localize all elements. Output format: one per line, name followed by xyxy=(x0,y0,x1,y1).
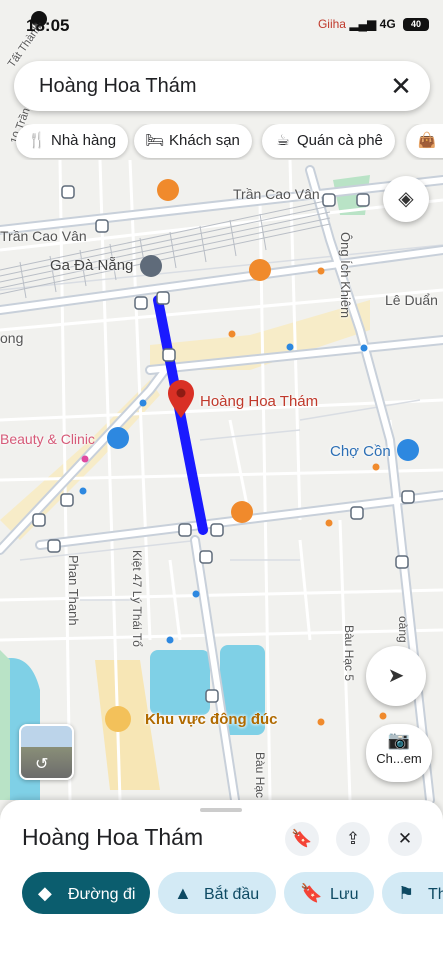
fork-knife-icon: 🍴 xyxy=(27,132,47,149)
status-carrier: Giiha xyxy=(317,17,346,31)
map-label-bau-hac: Bàu Hạc xyxy=(253,752,267,799)
navigation-arrow-icon: ➤ xyxy=(387,665,405,687)
chip-hotels[interactable]: 🛏 Khách sạn xyxy=(134,124,252,158)
chip-coffee[interactable]: ☕ Quán cà phê xyxy=(262,124,395,158)
map-label-le-duan: Lê Duẩn xyxy=(385,292,438,308)
chip-label: Khách sạn xyxy=(169,132,240,149)
sheet-drag-handle[interactable] xyxy=(200,808,242,812)
map-label-tran-cao-van: Trần Cao Vân xyxy=(233,186,320,202)
share-button[interactable]: ⇪ xyxy=(336,822,370,856)
chip-label: Quán cà phê xyxy=(297,132,383,149)
map-label-phan-thanh: Phan Thanh xyxy=(66,555,81,626)
bed-icon: 🛏 xyxy=(145,132,165,149)
map-label-hoang-hoa-tham[interactable]: Hoàng Hoa Thám xyxy=(200,393,318,410)
map-label-oang: oàng xyxy=(396,616,410,643)
start-button[interactable]: ▲ Bắt đầu xyxy=(158,872,276,914)
more-action-label: Th xyxy=(428,886,443,903)
more-action-button[interactable]: ⚑ Th xyxy=(382,872,443,914)
start-label: Bắt đầu xyxy=(204,886,260,903)
map-label-busy-area[interactable]: Khu vực đông đúc xyxy=(145,711,278,728)
camera-search-button[interactable]: 📷 Ch...em xyxy=(366,724,432,782)
coffee-icon: ☕ xyxy=(276,132,290,149)
save-bookmark-button[interactable]: 🔖 xyxy=(285,822,319,856)
close-sheet-button[interactable]: ✕ xyxy=(388,822,422,856)
flag-icon: ⚑ xyxy=(398,883,415,903)
share-icon: ⇪ xyxy=(345,829,361,848)
map-label-beauty-clinic[interactable]: Beauty & Clinic xyxy=(0,431,95,447)
chip-label: Nhà hàng xyxy=(51,132,117,149)
map-label-cho-con[interactable]: Chợ Cồn xyxy=(330,443,391,460)
directions-icon: ◆ xyxy=(38,883,52,903)
start-arrow-icon: ▲ xyxy=(174,883,192,903)
status-network: 4G xyxy=(379,17,396,31)
close-icon: ✕ xyxy=(397,829,413,848)
save-button[interactable]: 🔖 Lưu xyxy=(284,872,374,914)
bookmark-icon: 🔖 xyxy=(300,883,323,903)
save-label: Lưu xyxy=(330,886,359,903)
map-label-tran-cao-van-west: Trần Cao Vân xyxy=(0,228,87,244)
place-title: Hoàng Hoa Thám xyxy=(22,824,204,850)
action-buttons: ◆ Đường đi ▲ Bắt đầu 🔖 Lưu ⚑ Th xyxy=(0,872,443,916)
category-chips: 🍴 Nhà hàng 🛏 Khách sạn ☕ Quán cà phê 👜 xyxy=(0,124,443,160)
rotate-arrow-icon: ↺ xyxy=(35,756,49,773)
search-bar[interactable]: Hoàng Hoa Thám ✕ xyxy=(14,61,430,111)
bag-icon: 👜 xyxy=(417,132,437,149)
camera-search-label: Ch...em xyxy=(376,751,422,766)
street-view-thumbnail[interactable]: ↺ xyxy=(19,724,74,780)
status-time: 18:05 xyxy=(26,16,70,35)
battery-icon: 40 xyxy=(403,18,429,32)
status-indicators: Giiha ▂▄▆ 4G 40 xyxy=(317,17,429,32)
layers-button[interactable]: ◈ xyxy=(383,176,429,222)
place-sheet[interactable]: Hoàng Hoa Thám 🔖 ⇪ ✕ ◆ Đường đi ▲ Bắt đầu … xyxy=(0,800,443,960)
bookmark-icon: 🔖 xyxy=(291,829,313,848)
status-bar: 18:05 Giiha ▂▄▆ 4G 40 xyxy=(0,0,443,46)
close-icon[interactable]: ✕ xyxy=(384,69,418,103)
directions-label: Đường đi xyxy=(68,886,136,903)
battery-level: 40 xyxy=(410,19,421,30)
camera-icon: 📷 xyxy=(387,730,411,750)
map-label-kiet-47: Kiệt 47 Lý Thái Tổ xyxy=(130,550,144,647)
map-label-ga-da-nang[interactable]: Ga Đà Nẵng xyxy=(50,257,133,274)
signal-icon: ▂▄▆ xyxy=(349,17,377,31)
map-label-bau-hac-5: Bàu Hạc 5 xyxy=(342,625,356,682)
chip-restaurants[interactable]: 🍴 Nhà hàng xyxy=(16,124,129,158)
map-label-ong-ich-khiem: Ông Ích Khiêm xyxy=(338,232,353,318)
chip-shopping[interactable]: 👜 xyxy=(406,124,443,158)
map-label-ong-fragment: ong xyxy=(0,330,24,346)
search-query[interactable]: Hoàng Hoa Thám xyxy=(39,75,197,98)
my-location-button[interactable]: ➤ xyxy=(366,646,426,706)
layers-icon: ◈ xyxy=(398,188,414,210)
directions-button[interactable]: ◆ Đường đi xyxy=(22,872,150,914)
